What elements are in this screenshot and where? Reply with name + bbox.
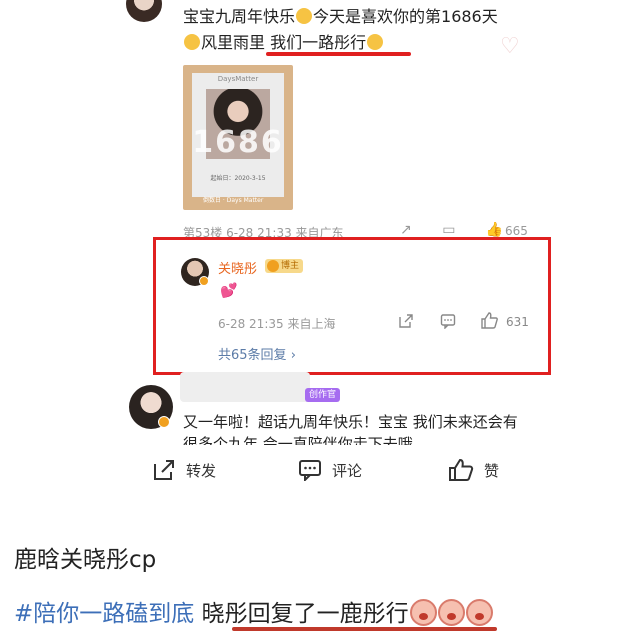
comment-text: 又一年啦！超话九周年快乐！宝宝 我们未来还会有很多个九年 会一直陪伴你走下去哦 [183, 413, 518, 445]
share-icon[interactable] [398, 313, 414, 329]
crying-face-icon [409, 599, 437, 626]
comment-icon [299, 460, 321, 481]
verified-icon [199, 276, 209, 286]
share-icon[interactable]: ↗ [400, 222, 412, 238]
caption-title: 鹿晗关晓彤cp [14, 547, 157, 573]
reply-meta: 6-28 21:35 来自上海 [218, 317, 336, 331]
author-badge: 博主 [265, 259, 304, 273]
comment-button[interactable]: 评论 [298, 458, 362, 482]
caption-hashtag-line: #陪你一路磕到底 晓彤回复了一鹿彤行 [14, 594, 493, 628]
reply-username[interactable]: 关晓彤 [218, 258, 257, 277]
caption-underline [232, 627, 497, 631]
chevron-right-icon: › [290, 348, 296, 363]
hashtag-link[interactable]: #陪你一路磕到底 [14, 601, 194, 627]
decorative-heart-icon: ♡ [500, 34, 520, 59]
comment-icon[interactable] [440, 313, 456, 329]
reply-like-count: 631 [506, 315, 529, 329]
like-count: 665 [505, 224, 528, 238]
comment-actions: ↗ ▭ 👍 [400, 222, 503, 238]
creator-badge: 创作官 [305, 388, 341, 402]
heart-emoji: 💕 [220, 283, 238, 299]
verified-icon [158, 416, 170, 428]
photo-footer: 倒数日 · Days Matter [203, 197, 264, 204]
like-icon[interactable] [480, 312, 498, 329]
photo-date: 起始日：2020-3-15 [210, 175, 266, 182]
photo-day-count: 1686 [192, 125, 284, 160]
view-replies-link[interactable]: 共65条回复 › [218, 344, 296, 363]
crying-face-icon [465, 599, 493, 626]
share-button[interactable]: 转发 [152, 458, 216, 482]
like-button[interactable]: 赞 [448, 458, 499, 482]
comment-text: 宝宝九周年快乐 今天是喜欢你的第1686天 风里雨里 我们一路彤行 [183, 7, 498, 52]
caption-text: 晓彤回复了一鹿彤行 [201, 601, 409, 627]
commenter-avatar[interactable] [126, 0, 162, 22]
photo-screenshot: DaysMatter 1686 起始日：2020-3-15 [192, 73, 284, 197]
photo-brand: DaysMatter [217, 75, 259, 83]
like-icon[interactable]: 👍 [486, 222, 503, 238]
crown-icon [267, 260, 279, 272]
highlight-underline [266, 52, 411, 56]
cake-emoji-icon [296, 8, 313, 24]
cry-emoji-icon [184, 34, 200, 50]
comment-photo[interactable]: DaysMatter 1686 起始日：2020-3-15 倒数日 · Days… [183, 65, 293, 210]
share-icon [154, 460, 174, 480]
like-icon [449, 458, 474, 481]
reply-highlight-box [153, 237, 551, 375]
crying-face-icon [437, 599, 465, 626]
comment-icon[interactable]: ▭ [442, 222, 455, 238]
blurred-username [180, 372, 310, 402]
pleading-emoji-icon [367, 34, 384, 50]
